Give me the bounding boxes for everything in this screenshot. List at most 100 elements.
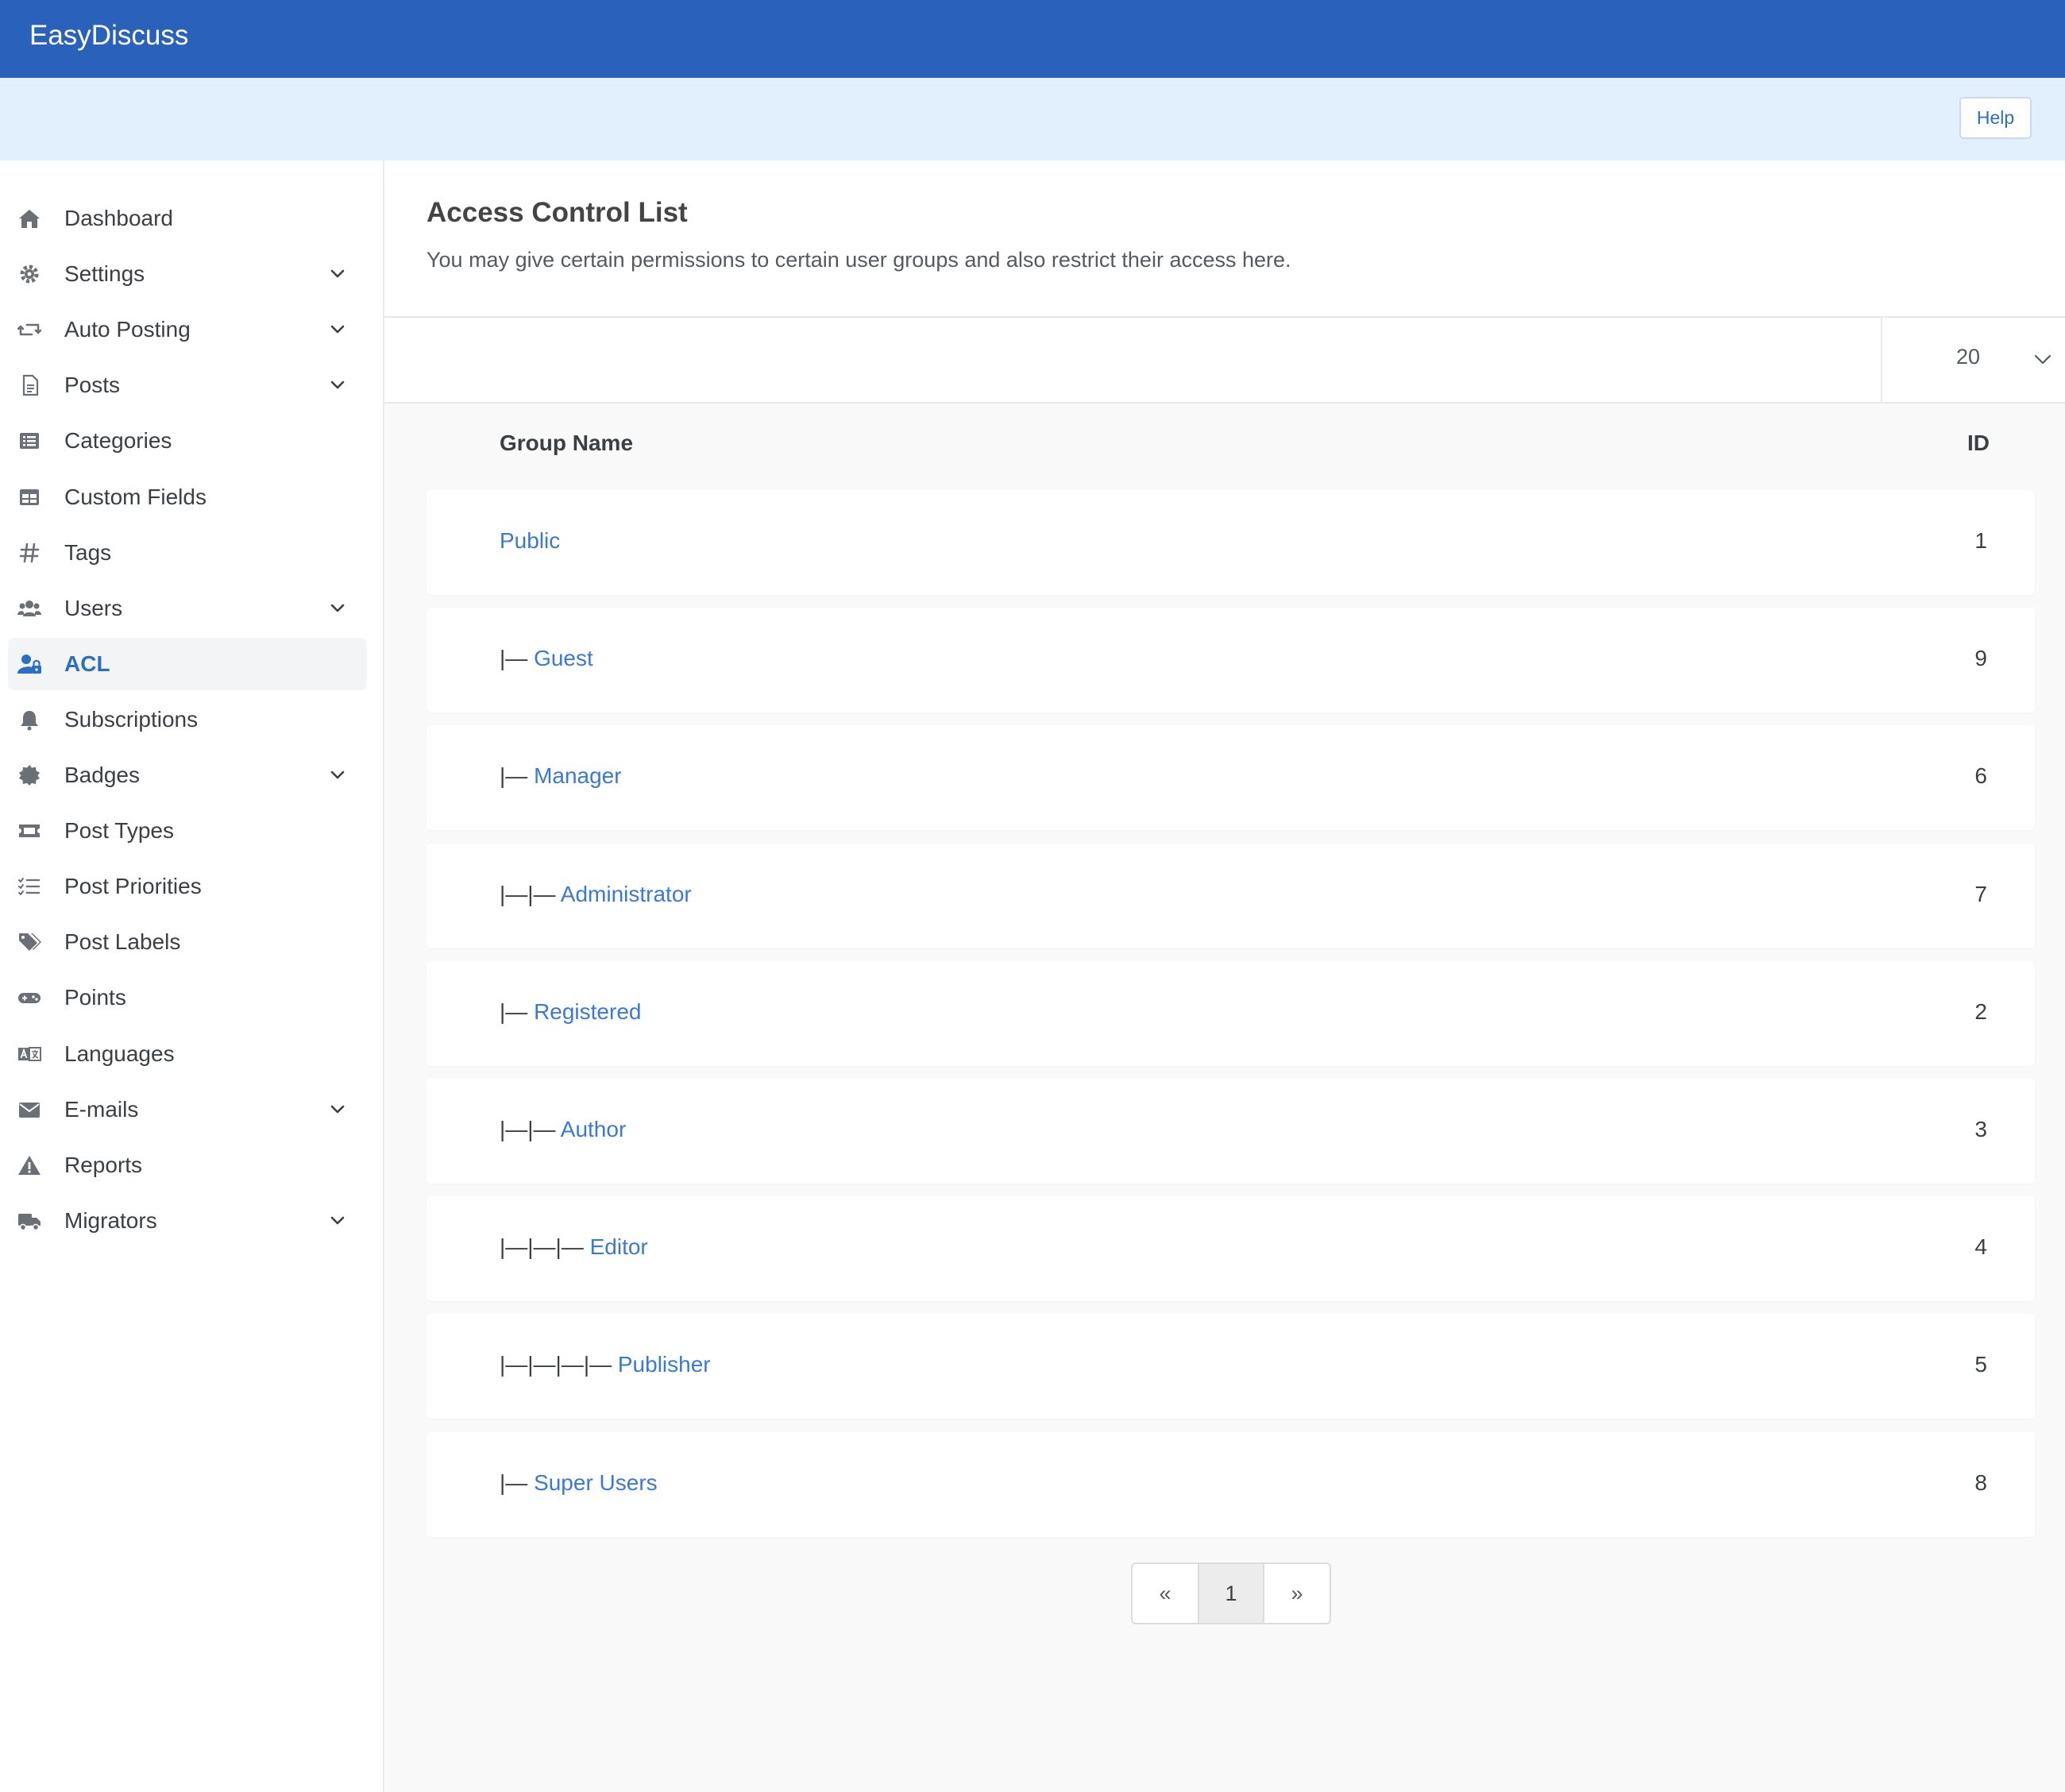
sidebar-item-points[interactable]: Points xyxy=(8,971,367,1024)
sidebar-item-users[interactable]: Users xyxy=(8,582,367,635)
gear-icon xyxy=(17,263,41,285)
help-button[interactable]: Help xyxy=(1959,97,2032,139)
group-name-link[interactable]: Administrator xyxy=(561,882,692,906)
group-name-cell: |— Manager xyxy=(500,763,622,790)
group-name-cell: |— Registered xyxy=(500,998,641,1025)
column-header-group-name[interactable]: Group Name xyxy=(500,431,633,456)
group-name-link[interactable]: Publisher xyxy=(618,1352,711,1377)
group-id-cell: 7 xyxy=(1974,881,1987,906)
group-name-link[interactable]: Manager xyxy=(534,763,622,788)
chevron-down-icon[interactable] xyxy=(328,1212,347,1230)
sidebar-item-custom-fields[interactable]: Custom Fields xyxy=(8,471,367,523)
limit-select[interactable]: 20 xyxy=(1881,318,2065,402)
group-id-cell: 9 xyxy=(1974,646,1987,671)
bell-icon xyxy=(17,709,41,731)
group-id-cell: 5 xyxy=(1974,1352,1987,1377)
sidebar-item-label: Posts xyxy=(64,373,121,398)
sidebar-item-badges[interactable]: Badges xyxy=(8,749,367,801)
sidebar-item-languages[interactable]: Languages xyxy=(8,1028,367,1080)
sidebar-item-label: Categories xyxy=(64,428,172,454)
chevron-down-icon[interactable] xyxy=(328,767,347,784)
page-title: Access Control List xyxy=(427,197,688,228)
sidebar-item-label: Custom Fields xyxy=(64,484,206,509)
group-name-cell: |— Guest xyxy=(500,645,593,672)
group-name-cell: |—|—|—|— Publisher xyxy=(500,1351,711,1378)
app-root: EasyDiscuss Help Dashboard Settings Auto P… xyxy=(0,0,2065,1792)
chevron-down-icon[interactable] xyxy=(328,265,347,283)
chevron-down-icon[interactable] xyxy=(328,321,347,338)
sidebar-item-label: Auto Posting xyxy=(64,317,191,342)
group-name-link[interactable]: Guest xyxy=(534,646,593,670)
sidebar-item-label: Post Priorities xyxy=(64,874,202,899)
sidebar-item-label: Reports xyxy=(64,1152,143,1177)
top-header: EasyDiscuss xyxy=(0,0,2065,78)
group-name-cell: |— Super Users xyxy=(500,1470,658,1497)
column-header-id[interactable]: ID xyxy=(1967,431,1990,456)
language-icon xyxy=(17,1043,41,1065)
page-description: You may give certain permissions to cert… xyxy=(427,248,1291,272)
chevron-down-icon[interactable] xyxy=(328,377,347,394)
sidebar-item-tags[interactable]: Tags xyxy=(8,527,367,579)
hashtag-icon xyxy=(17,542,41,564)
table-row: |— Registered 2 xyxy=(427,960,2035,1066)
list-alt-icon xyxy=(17,430,41,452)
sidebar-item-categories[interactable]: Categories xyxy=(8,415,367,467)
envelope-icon xyxy=(17,1099,41,1121)
chevron-down-icon xyxy=(2033,351,2052,367)
hierarchy-prefix: |—|— xyxy=(500,881,561,906)
sidebar-item-acl[interactable]: ACL xyxy=(8,637,367,690)
sub-header: Help xyxy=(0,78,2065,160)
group-name-link[interactable]: Public xyxy=(500,528,560,553)
brand-title[interactable]: EasyDiscuss xyxy=(29,17,188,54)
sidebar-item-dashboard[interactable]: Dashboard xyxy=(8,192,367,245)
users-icon xyxy=(17,597,41,620)
hierarchy-prefix: |— xyxy=(500,646,535,671)
table-row: |—|— Administrator 7 xyxy=(427,843,2035,948)
table-row: |—|— Author 3 xyxy=(427,1079,2035,1184)
sidebar-item-subscriptions[interactable]: Subscriptions xyxy=(8,693,367,746)
hierarchy-prefix: |—|— xyxy=(500,1117,561,1141)
sidebar-item-label: Badges xyxy=(64,763,140,787)
certificate-icon xyxy=(17,764,41,786)
group-name-link[interactable]: Super Users xyxy=(534,1470,658,1495)
sidebar-item-post-types[interactable]: Post Types xyxy=(8,805,367,857)
table-row: |— Super Users 8 xyxy=(427,1431,2035,1537)
sidebar-item-label: Post Labels xyxy=(64,929,181,955)
hierarchy-prefix: |— xyxy=(500,1470,535,1495)
table-row: |—|—|—|— Publisher 5 xyxy=(427,1314,2035,1419)
sidebar: Dashboard Settings Auto Posting Posts Catego… xyxy=(0,160,384,1792)
sidebar-item-label: Settings xyxy=(64,261,145,287)
group-name-cell: |—|— Administrator xyxy=(500,881,692,908)
warning-icon xyxy=(17,1154,41,1176)
group-name-link[interactable]: Editor xyxy=(590,1234,648,1259)
group-id-cell: 6 xyxy=(1974,763,1987,789)
sidebar-item-label: Migrators xyxy=(64,1207,157,1233)
sidebar-item-settings[interactable]: Settings xyxy=(8,248,367,300)
sidebar-item-e-mails[interactable]: E-mails xyxy=(8,1083,367,1136)
pagination-page-1[interactable]: 1 xyxy=(1199,1564,1264,1623)
group-id-cell: 1 xyxy=(1974,528,1987,553)
sidebar-item-post-labels[interactable]: Post Labels xyxy=(8,916,367,968)
tasks-icon xyxy=(17,875,41,898)
group-id-cell: 8 xyxy=(1974,1470,1987,1495)
page-header: Access Control List You may give certain… xyxy=(384,160,2065,318)
pagination: « 1 » xyxy=(1131,1562,1331,1624)
sidebar-item-auto-posting[interactable]: Auto Posting xyxy=(8,303,367,356)
sidebar-item-posts[interactable]: Posts xyxy=(8,359,367,411)
pagination-prev-button[interactable]: « xyxy=(1133,1564,1199,1623)
limit-value: 20 xyxy=(1956,345,1981,369)
hierarchy-prefix: |— xyxy=(500,998,535,1024)
pagination-next-button[interactable]: » xyxy=(1264,1564,1330,1623)
document-icon xyxy=(17,374,41,396)
sidebar-item-label: Points xyxy=(64,985,126,1010)
sidebar-item-label: Dashboard xyxy=(64,206,173,230)
chevron-down-icon[interactable] xyxy=(328,600,347,617)
sidebar-item-migrators[interactable]: Migrators xyxy=(8,1195,367,1247)
group-id-cell: 3 xyxy=(1974,1117,1987,1141)
group-name-link[interactable]: Registered xyxy=(534,999,641,1024)
chevron-down-icon[interactable] xyxy=(328,1101,347,1118)
sidebar-item-post-priorities[interactable]: Post Priorities xyxy=(8,860,367,913)
group-name-link[interactable]: Author xyxy=(561,1117,627,1141)
sidebar-item-reports[interactable]: Reports xyxy=(8,1139,367,1191)
group-name-cell: Public xyxy=(500,527,560,554)
